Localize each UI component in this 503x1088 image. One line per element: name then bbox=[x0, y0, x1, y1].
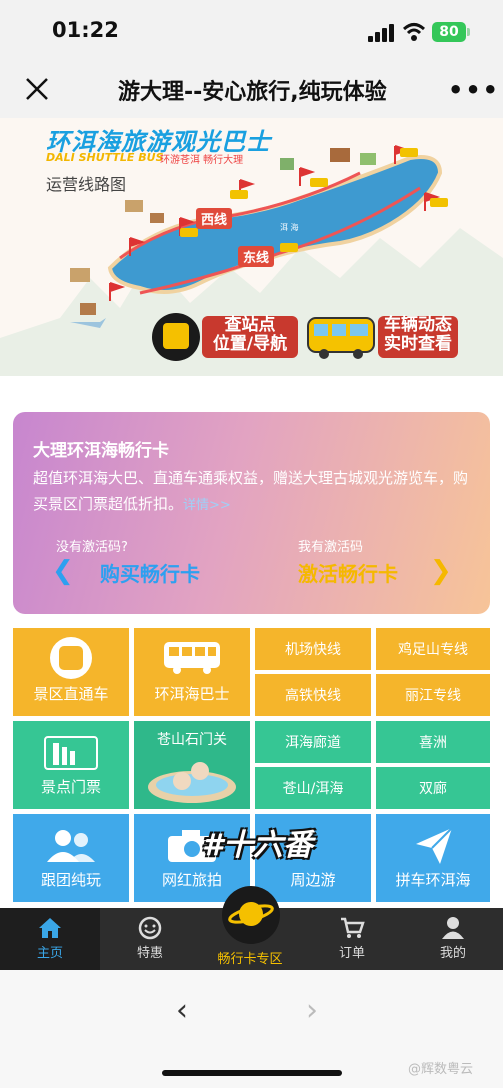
group-people-icon bbox=[47, 830, 95, 862]
erhai-bus-label: 环洱海巴士 bbox=[154, 685, 230, 703]
shuanglang-tile[interactable]: 双廊 bbox=[376, 767, 490, 809]
erhai-corridor-tile[interactable]: 洱海廊道 bbox=[255, 721, 371, 763]
erhai-bus-tile[interactable]: 环洱海巴士 bbox=[134, 628, 250, 716]
group-tour-tile[interactable]: 跟团纯玩 bbox=[13, 814, 129, 902]
scenic-bus-tile[interactable]: 景区直通车 bbox=[13, 628, 129, 716]
cart-icon bbox=[341, 917, 365, 938]
station-mascot-icon bbox=[163, 323, 189, 349]
lijiang-line-tile[interactable]: 丽江专线 bbox=[376, 674, 490, 716]
west-line-label: 西线 bbox=[196, 208, 233, 229]
wifi-icon bbox=[402, 23, 426, 41]
mascot-icon bbox=[50, 637, 92, 679]
cangshan-erhai-label: 苍山/洱海 bbox=[282, 781, 344, 797]
lijiang-line-label: 丽江专线 bbox=[405, 688, 461, 704]
vehicle-status-button[interactable]: 车辆动态 实时查看 bbox=[378, 316, 458, 358]
erhai-corridor-label: 洱海廊道 bbox=[285, 735, 341, 751]
east-line-label: 东线 bbox=[238, 246, 275, 267]
scenic-bus-label: 景区直通车 bbox=[33, 685, 109, 703]
tab-deals[interactable]: 特惠 bbox=[100, 912, 200, 961]
more-menu-button[interactable]: ••• bbox=[448, 76, 500, 104]
carpool-erhai-label: 拼车环洱海 bbox=[395, 871, 471, 889]
ticket-icon bbox=[44, 736, 98, 770]
pass-detail-link[interactable]: 详情>> bbox=[183, 498, 231, 513]
bus-icon bbox=[164, 642, 220, 674]
have-code-label: 我有激活码 bbox=[298, 540, 364, 555]
group-tour-label: 跟团纯玩 bbox=[40, 871, 101, 889]
tab-card-label: 畅行卡专区 bbox=[217, 952, 283, 967]
tab-orders-label: 订单 bbox=[338, 946, 365, 961]
paper-plane-icon bbox=[416, 827, 453, 864]
lake-label: 洱 海 bbox=[280, 223, 299, 232]
station-button-line1: 查站点 bbox=[224, 315, 276, 335]
carpool-erhai-tile[interactable]: 拼车环洱海 bbox=[376, 814, 490, 902]
airport-express-tile[interactable]: 机场快线 bbox=[255, 628, 371, 670]
back-arrow-icon[interactable]: ‹ bbox=[176, 993, 188, 1028]
tab-home-label: 主页 bbox=[36, 946, 63, 961]
station-button-line2: 位置/导航 bbox=[212, 334, 288, 354]
airport-express-label: 机场快线 bbox=[285, 642, 341, 658]
forward-arrow-icon[interactable]: › bbox=[306, 993, 318, 1028]
smile-icon bbox=[138, 916, 162, 940]
xizhou-label: 喜洲 bbox=[419, 735, 447, 751]
nearby-tour-label: 周边游 bbox=[290, 871, 336, 889]
tab-home[interactable]: 主页 bbox=[0, 912, 100, 961]
pass-card-title: 大理环洱海畅行卡 bbox=[33, 441, 169, 461]
station-location-button[interactable]: 查站点 位置/导航 bbox=[202, 316, 298, 358]
sticker-text: #十六番 bbox=[202, 828, 313, 863]
scenic-tickets-tile[interactable]: 景点门票 bbox=[13, 721, 129, 809]
chevron-right-icon: ❯ bbox=[430, 556, 452, 586]
jizushan-line-tile[interactable]: 鸡足山专线 bbox=[376, 628, 490, 670]
banner-subtitle-cn: 环游苍洱 畅行大理 bbox=[160, 155, 244, 166]
activate-pass-button[interactable]: 激活畅行卡 bbox=[298, 558, 398, 587]
watermark: @辉数粤云 bbox=[408, 1062, 474, 1077]
banner-subtitle-en: DALI SHUTTLE BUS bbox=[46, 151, 164, 164]
home-icon bbox=[39, 918, 61, 938]
pass-card-desc-text: 超值环洱海大巴、直通车通乘权益，赠送大理古城观光游览车，购买景区门票超低折扣。 bbox=[33, 469, 469, 513]
rail-express-label: 高铁快线 bbox=[285, 688, 341, 704]
rail-express-tile[interactable]: 高铁快线 bbox=[255, 674, 371, 716]
vehicle-button-line1: 车辆动态 bbox=[384, 315, 452, 335]
home-indicator bbox=[162, 1070, 342, 1076]
tab-orders[interactable]: 订单 bbox=[302, 912, 402, 961]
page-title: 游大理--安心旅行,纯玩体验 bbox=[118, 80, 387, 105]
cangshan-gate-label: 苍山石门关 bbox=[157, 732, 227, 748]
user-icon bbox=[442, 917, 464, 939]
chevron-left-icon: ❮ bbox=[52, 556, 74, 586]
tab-mine[interactable]: 我的 bbox=[403, 912, 503, 961]
battery-tip bbox=[467, 28, 470, 36]
scenic-tickets-label: 景点门票 bbox=[40, 778, 101, 796]
no-code-label: 没有激活码? bbox=[56, 540, 128, 555]
bus-icon bbox=[307, 317, 375, 359]
jizushan-line-label: 鸡足山专线 bbox=[398, 642, 468, 658]
xizhou-tile[interactable]: 喜洲 bbox=[376, 721, 490, 763]
close-icon[interactable] bbox=[22, 74, 52, 104]
signal-icon bbox=[368, 24, 394, 42]
tab-card[interactable]: 畅行卡专区 bbox=[200, 948, 300, 967]
status-time: 01:22 bbox=[52, 18, 119, 42]
cangshan-gate-tile[interactable]: 苍山石门关 bbox=[134, 721, 250, 809]
pass-card-desc: 超值环洱海大巴、直通车通乘权益，赠送大理古城观光游览车，购买景区门票超低折扣。详… bbox=[33, 465, 473, 519]
tab-mine-label: 我的 bbox=[439, 946, 466, 961]
tab-deals-label: 特惠 bbox=[136, 946, 163, 961]
battery-indicator: 80 bbox=[432, 22, 466, 42]
hot-spring-illustration bbox=[148, 762, 236, 803]
buy-pass-button[interactable]: 购买畅行卡 bbox=[100, 558, 200, 587]
route-map-label: 运营线路图 bbox=[46, 175, 127, 194]
vehicle-button-line2: 实时查看 bbox=[384, 334, 452, 354]
planet-icon bbox=[228, 902, 274, 926]
shuanglang-label: 双廊 bbox=[419, 781, 447, 797]
cangshan-erhai-tile[interactable]: 苍山/洱海 bbox=[255, 767, 371, 809]
influencer-photo-label: 网红旅拍 bbox=[161, 871, 222, 889]
